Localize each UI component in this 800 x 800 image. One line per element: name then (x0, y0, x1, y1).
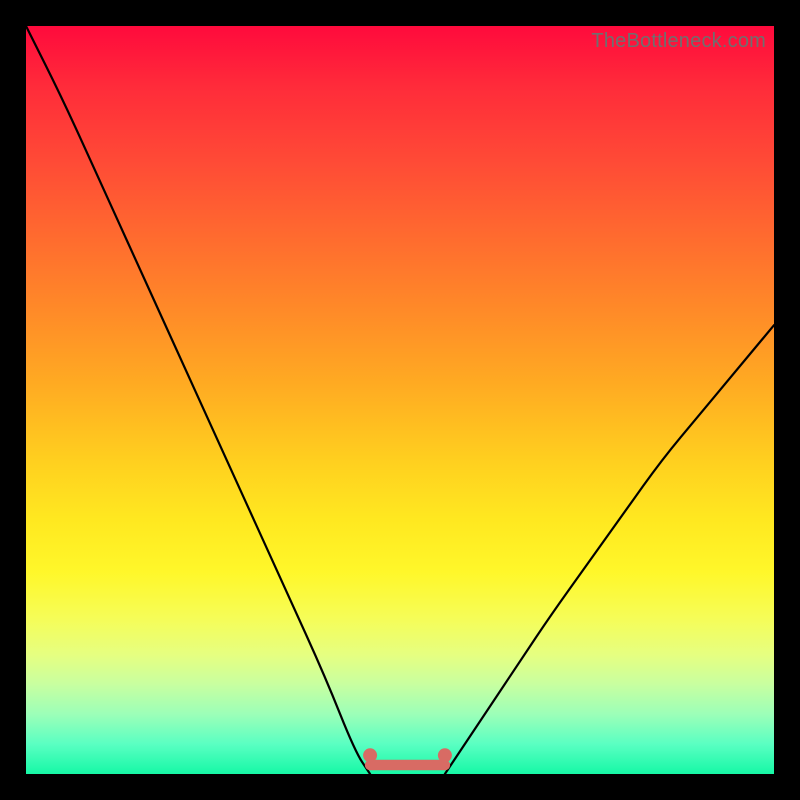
curve-right-branch (445, 325, 774, 774)
chart-frame: TheBottleneck.com (0, 0, 800, 800)
curve-left-branch (26, 26, 370, 774)
bottom-dot-1 (438, 748, 452, 762)
curves-svg (26, 26, 774, 774)
plot-area: TheBottleneck.com (26, 26, 774, 774)
watermark-text: TheBottleneck.com (591, 30, 766, 53)
bottom-dot-0 (363, 748, 377, 762)
